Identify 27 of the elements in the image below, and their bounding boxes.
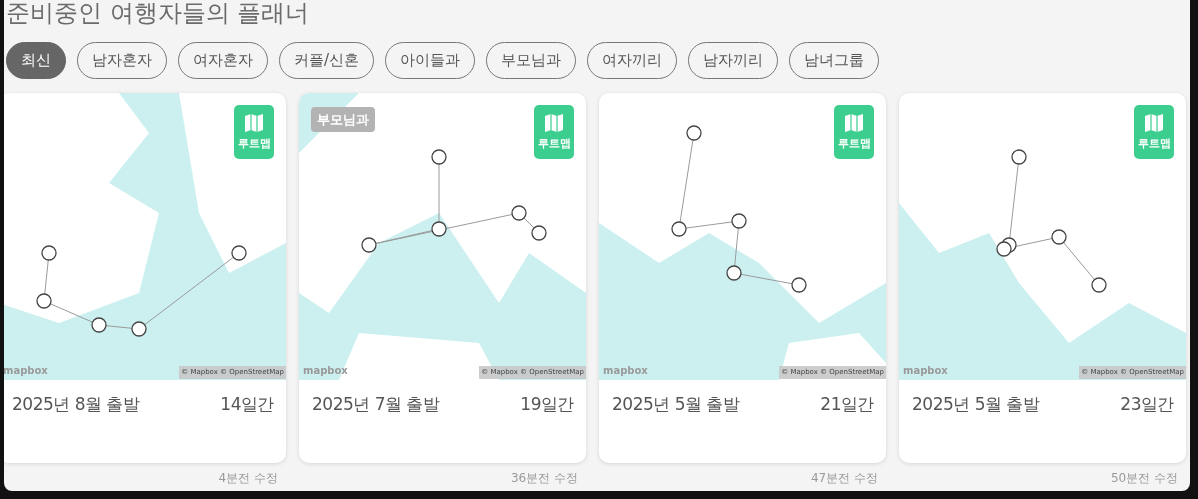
map-icon: [1143, 111, 1165, 134]
badge-label: 루트맵: [837, 135, 871, 152]
trip-duration: 21일간: [820, 392, 874, 416]
updated-time: 47분전 수정: [809, 469, 879, 487]
badge-label: 루트맵: [537, 135, 571, 152]
trip-duration: 23일간: [1120, 392, 1174, 416]
departure-date: 2025년 5월 출발: [612, 392, 740, 416]
map-icon: [243, 111, 265, 134]
filter-chip[interactable]: 최신: [6, 42, 66, 79]
badge-label: 루트맵: [237, 135, 271, 152]
map-icon: [843, 111, 865, 134]
updated-time: 36분전 수정: [509, 469, 579, 487]
companion-tag: 부모님과: [311, 106, 375, 133]
map-logo: mapbox: [603, 363, 648, 378]
trip-duration: 14일간: [220, 392, 274, 416]
departure-date: 2025년 5월 출발: [912, 392, 1040, 416]
map-logo: mapbox: [303, 363, 348, 378]
map-logo: mapbox: [4, 363, 48, 378]
updated-time: 4분전 수정: [217, 469, 279, 487]
map-icon: [543, 111, 565, 134]
trip-duration: 19일간: [520, 392, 574, 416]
updated-time: 50분전 수정: [1109, 469, 1179, 487]
map-logo: mapbox: [903, 363, 948, 378]
departure-date: 2025년 7월 출발: [312, 392, 440, 416]
badge-label: 루트맵: [1137, 135, 1171, 152]
page-title: 준비중인 여행자들의 플래너: [6, 0, 311, 27]
departure-date: 2025년 8월 출발: [12, 392, 140, 416]
